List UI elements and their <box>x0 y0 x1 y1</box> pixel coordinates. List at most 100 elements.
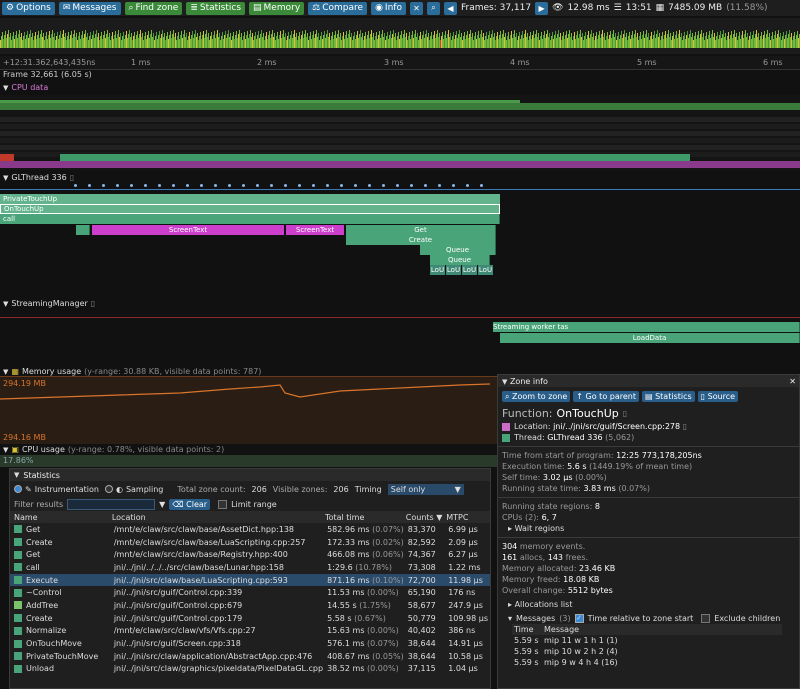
frame-graph[interactable] <box>0 18 800 54</box>
table-row[interactable]: ~Control jni/../jni/src/guif/Control.cpp:… <box>10 586 490 599</box>
table-row[interactable]: PrivateTouchMove jni/../jni/src/claw/appl… <box>10 650 490 663</box>
event-dot[interactable] <box>368 184 371 187</box>
memory-button[interactable]: ▤ Memory <box>249 1 305 15</box>
event-dot[interactable] <box>270 184 273 187</box>
tools-icon[interactable]: ✕ <box>409 1 423 15</box>
cpu-data-header[interactable]: ▼ CPU data <box>0 82 800 93</box>
event-dot[interactable] <box>88 184 91 187</box>
messages-button[interactable]: ✉ Messages <box>58 1 121 15</box>
copy-icon[interactable]: ▯ <box>623 409 627 418</box>
event-dot[interactable] <box>382 184 385 187</box>
table-row[interactable]: OnTouchMove jni/../jni/src/guif/Screen.cp… <box>10 637 490 650</box>
glthread-header[interactable]: ▼ GLThread 336 ▯ <box>0 172 800 183</box>
magnifier-icon[interactable]: ⌕ <box>426 1 440 15</box>
zone-load-data[interactable]: LoadData <box>500 333 800 343</box>
next-frame-icon[interactable]: ▶ <box>535 1 549 15</box>
zone-on-touch-up[interactable]: OnTouchUp <box>0 204 500 214</box>
statistics-button[interactable]: ≣ Statistics <box>186 1 246 15</box>
event-dot[interactable] <box>242 184 245 187</box>
table-row[interactable]: Normalize/mnt/e/claw/src/claw/vfs/Vfs.cp… <box>10 625 490 638</box>
find-zone-button[interactable]: ⌕ Find zone <box>124 1 183 15</box>
message-row[interactable]: 5.59 s mip 10 w 2 h 2 (4) <box>512 646 782 657</box>
event-dot[interactable] <box>102 184 105 187</box>
timing-select[interactable]: Self only ▼ <box>387 483 464 495</box>
event-dot[interactable] <box>396 184 399 187</box>
go-to-parent-button[interactable]: ↑ Go to parent <box>573 391 639 402</box>
source-button[interactable]: ▯ Source <box>697 391 739 402</box>
messages-column-time[interactable]: Time <box>512 624 544 635</box>
zone-screen-text[interactable]: ScreenText <box>92 225 284 235</box>
event-dot[interactable] <box>466 184 469 187</box>
event-dot[interactable] <box>312 184 315 187</box>
zone-screen-text[interactable]: ScreenText <box>286 225 344 235</box>
event-dot[interactable] <box>424 184 427 187</box>
wait-regions-toggle[interactable]: ▸ Wait regions <box>498 523 799 534</box>
zone-queue[interactable]: Queue <box>420 245 496 255</box>
event-dot[interactable] <box>480 184 483 187</box>
zoom-to-zone-button[interactable]: ⌕ Zoom to zone <box>502 391 571 402</box>
time-ruler[interactable]: +12:31.362,643,435ns 1 ms 2 ms 3 ms 4 ms… <box>0 56 800 70</box>
zone-statistics-button[interactable]: ▤ Statistics <box>641 391 695 402</box>
table-row[interactable]: AddTree jni/../jni/src/guif/Control.cpp:6… <box>10 599 490 612</box>
event-dot[interactable] <box>326 184 329 187</box>
event-dot[interactable] <box>130 184 133 187</box>
options-button[interactable]: ⚙ Options <box>2 1 55 15</box>
info-button[interactable]: ◉ Info <box>371 1 406 15</box>
table-row[interactable]: Create/mnt/e/claw/src/claw/base/LuaScrip… <box>10 536 490 549</box>
clear-button[interactable]: ⌫ Clear <box>169 498 211 510</box>
message-row[interactable]: 5.59 s mip 11 w 1 h 1 (1) <box>512 635 782 646</box>
zone-small[interactable] <box>76 225 90 235</box>
column-name[interactable]: Name <box>10 511 112 523</box>
event-dot[interactable] <box>228 184 231 187</box>
event-dot[interactable] <box>172 184 175 187</box>
exclude-children-checkbox[interactable] <box>701 614 711 623</box>
compare-button[interactable]: ⚖ Compare <box>308 1 368 15</box>
time-relative-checkbox[interactable]: ✓ <box>574 614 584 623</box>
collapse-triangle-icon[interactable]: ▾ <box>508 613 512 624</box>
event-dot[interactable] <box>186 184 189 187</box>
allocations-list-toggle[interactable]: ▸ Allocations list <box>498 599 799 610</box>
event-dot[interactable] <box>354 184 357 187</box>
event-dot[interactable] <box>144 184 147 187</box>
event-dot[interactable] <box>74 184 77 187</box>
zone-create[interactable]: Create <box>346 235 496 245</box>
event-dot[interactable] <box>200 184 203 187</box>
event-dot[interactable] <box>256 184 259 187</box>
limit-range-checkbox[interactable] <box>218 499 228 509</box>
event-dot[interactable] <box>116 184 119 187</box>
zone-streaming-worker[interactable]: Streaming worker tas <box>493 322 800 332</box>
sampling-radio[interactable]: ◐ Sampling <box>104 485 163 494</box>
zone-lou[interactable]: LoU <box>446 265 461 275</box>
table-row[interactable]: Execute jni/../jni/src/claw/base/LuaScrip… <box>10 573 490 587</box>
zone-lou[interactable]: LoU <box>478 265 493 275</box>
event-dot[interactable] <box>410 184 413 187</box>
event-dot[interactable] <box>438 184 441 187</box>
zone-private-touch-up[interactable]: PrivateTouchUp <box>0 194 500 204</box>
zone-lou[interactable]: LoU <box>462 265 477 275</box>
filter-input[interactable] <box>67 498 156 510</box>
table-row[interactable]: Unload jni/../jni/src/claw/graphics/pixel… <box>10 663 490 676</box>
zone-call[interactable]: call <box>0 214 500 224</box>
table-row[interactable]: call jni/../jni/../../../src/claw/base/Lu… <box>10 561 490 574</box>
statistics-titlebar[interactable]: ▼ Statistics <box>10 469 490 481</box>
prev-frame-icon[interactable]: ◀ <box>443 1 457 15</box>
zone-info-titlebar[interactable]: ▼ Zone info ✕ <box>498 375 799 387</box>
event-dot[interactable] <box>298 184 301 187</box>
column-location[interactable]: Location <box>112 511 325 523</box>
table-row[interactable]: Get/mnt/e/claw/src/claw/base/Registry.hp… <box>10 548 490 561</box>
streaming-header[interactable]: ▼ StreamingManager ▯ <box>0 298 800 309</box>
event-dot[interactable] <box>158 184 161 187</box>
event-dot[interactable] <box>452 184 455 187</box>
cpu-data-area[interactable] <box>0 95 800 170</box>
column-total-time[interactable]: Total time <box>325 511 406 523</box>
column-mtpc[interactable]: MTPC <box>446 511 490 523</box>
messages-column-message[interactable]: Message <box>544 624 782 635</box>
zone-lou[interactable]: LoU <box>430 265 445 275</box>
close-icon[interactable]: ✕ <box>789 377 796 386</box>
event-dot[interactable] <box>214 184 217 187</box>
table-row[interactable]: Create jni/../jni/src/guif/Control.cpp:17… <box>10 612 490 625</box>
event-dot[interactable] <box>284 184 287 187</box>
event-dot[interactable] <box>340 184 343 187</box>
copy-icon[interactable]: ▯ <box>683 422 687 431</box>
instrumentation-radio[interactable]: ✎ Instrumentation <box>14 485 99 494</box>
